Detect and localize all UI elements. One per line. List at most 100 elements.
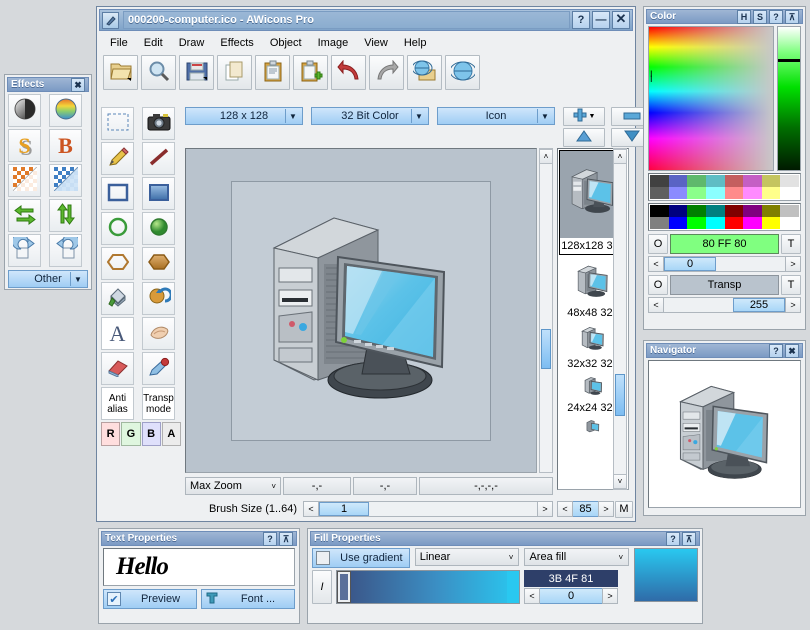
color-panel-titlebar[interactable]: Color H S ? ⊼	[646, 9, 803, 24]
brush-size-field[interactable]: 1	[319, 501, 537, 517]
effects-other-dropdown[interactable]: Other ▼	[8, 270, 88, 288]
color-swatch[interactable]	[706, 217, 725, 229]
fg-alpha-field[interactable]: 0	[664, 256, 785, 272]
color-swatch[interactable]	[780, 175, 799, 187]
use-gradient-checkbox[interactable]: Use gradient	[312, 548, 410, 568]
paste-new-button[interactable]	[293, 55, 328, 90]
tool-text-button[interactable]: A	[101, 317, 134, 350]
help-button[interactable]: ?	[572, 11, 590, 29]
fg-transp-button[interactable]: T	[781, 234, 801, 254]
web-button[interactable]	[445, 55, 480, 90]
brightness-slider-thumb[interactable]	[778, 59, 800, 62]
save-button[interactable]	[179, 55, 214, 90]
images-list-scrollbar[interactable]: ˄ ˅	[613, 148, 627, 490]
saturation-mode-button[interactable]: S	[753, 10, 767, 24]
bg-alpha-field[interactable]: 255	[664, 297, 785, 313]
tool-pencil-button[interactable]	[101, 142, 134, 175]
effects-panel-titlebar[interactable]: Effects ✖	[7, 77, 89, 92]
bg-color-swatch[interactable]: Transp	[670, 275, 779, 295]
color-swatch[interactable]	[669, 205, 688, 217]
effect-shadow-button[interactable]: S	[8, 129, 41, 162]
fill-type-dropdown[interactable]: Area fill ˅	[524, 548, 629, 566]
menu-item-effects[interactable]: Effects	[213, 35, 260, 51]
channel-r-button[interactable]: R	[101, 422, 120, 446]
move-up-button[interactable]	[563, 128, 605, 147]
pin-button[interactable]: ⊼	[682, 532, 696, 546]
tool-ellipse-filled-button[interactable]	[142, 212, 175, 245]
color-swatch[interactable]	[687, 187, 706, 199]
tool-rectangle-filled-button[interactable]	[142, 177, 175, 210]
color-field[interactable]: II	[648, 26, 774, 171]
gradient-stop-field[interactable]: 0	[540, 588, 602, 604]
canvas-area[interactable]	[185, 148, 537, 473]
images-index-field[interactable]: 85	[573, 501, 598, 517]
background-alpha-spinner[interactable]: < 255 >	[648, 297, 801, 313]
gradient-stop-decrease[interactable]: <	[524, 588, 540, 604]
help-button[interactable]: ?	[769, 10, 783, 24]
menu-item-object[interactable]: Object	[263, 35, 309, 51]
preview-button[interactable]: ✔ Preview	[103, 589, 197, 609]
color-swatch[interactable]	[725, 187, 744, 199]
bg-opaque-button[interactable]: O	[648, 275, 668, 295]
close-icon[interactable]: ✖	[71, 78, 85, 92]
fill-panel-titlebar[interactable]: Fill Properties ? ⊼	[310, 531, 700, 546]
color-swatch[interactable]	[762, 187, 781, 199]
color-swatch[interactable]	[762, 175, 781, 187]
menu-item-view[interactable]: View	[357, 35, 395, 51]
tool-replace-color-button[interactable]	[142, 282, 175, 315]
color-swatch[interactable]	[650, 217, 669, 229]
channel-a-button[interactable]: A	[162, 422, 181, 446]
effect-colorize-button[interactable]	[49, 94, 82, 127]
color-swatch[interactable]	[762, 217, 781, 229]
color-swatch[interactable]	[687, 175, 706, 187]
brush-decrease-button[interactable]: <	[303, 501, 319, 517]
gradient-marker-button[interactable]: I	[312, 570, 332, 604]
gradient-bar[interactable]	[336, 570, 520, 604]
color-swatch[interactable]	[743, 187, 762, 199]
channel-b-button[interactable]: B	[142, 422, 161, 446]
open-web-button[interactable]	[407, 55, 442, 90]
images-prev-button[interactable]: <	[557, 501, 573, 517]
redo-button[interactable]	[369, 55, 404, 90]
undo-button[interactable]	[331, 55, 366, 90]
color-swatch[interactable]	[780, 217, 799, 229]
tool-capture-button[interactable]	[142, 107, 175, 140]
tool-picker-button[interactable]	[142, 352, 175, 385]
color-swatch[interactable]	[725, 175, 744, 187]
color-swatch[interactable]	[725, 217, 744, 229]
pin-button[interactable]: ⊼	[279, 532, 293, 546]
icon-canvas[interactable]	[231, 181, 491, 441]
effect-flip-vertical-button[interactable]	[49, 199, 82, 232]
color-swatch[interactable]	[650, 175, 669, 187]
menu-item-edit[interactable]: Edit	[137, 35, 170, 51]
fg-opaque-button[interactable]: O	[648, 234, 668, 254]
tool-rectangle-button[interactable]	[101, 177, 134, 210]
menu-item-file[interactable]: File	[103, 35, 135, 51]
tool-smudge-button[interactable]	[142, 317, 175, 350]
help-button[interactable]: ?	[263, 532, 277, 546]
effect-bold-button[interactable]: B	[49, 129, 82, 162]
tool-eraser-button[interactable]	[101, 352, 134, 385]
menu-item-draw[interactable]: Draw	[172, 35, 212, 51]
close-icon[interactable]: ✖	[785, 344, 799, 358]
gradient-type-dropdown[interactable]: Linear ˅	[415, 548, 520, 566]
effect-rotate-right-button[interactable]	[49, 234, 82, 267]
scrollbar-thumb[interactable]	[615, 374, 625, 416]
navigator-preview[interactable]	[648, 360, 801, 508]
color-swatch[interactable]	[706, 205, 725, 217]
help-button[interactable]: ?	[666, 532, 680, 546]
brightness-slider[interactable]	[777, 26, 801, 171]
add-image-button[interactable]: ▼	[563, 107, 605, 126]
gradient-stop-increase[interactable]: >	[602, 588, 618, 604]
navigator-panel-titlebar[interactable]: Navigator ? ✖	[646, 343, 803, 358]
gradient-stop-spinner[interactable]: < 0 >	[524, 588, 618, 604]
color-swatch[interactable]	[687, 205, 706, 217]
text-sample-preview[interactable]: Hello	[103, 548, 295, 586]
zoom-button[interactable]	[141, 55, 176, 90]
color-swatch[interactable]	[743, 217, 762, 229]
gradient-stop-handle[interactable]	[507, 571, 519, 603]
fg-alpha-decrease[interactable]: <	[648, 256, 664, 272]
effect-flip-horizontal-button[interactable]	[8, 199, 41, 232]
scroll-up-arrow[interactable]: ˄	[613, 149, 627, 164]
color-swatch[interactable]	[743, 205, 762, 217]
